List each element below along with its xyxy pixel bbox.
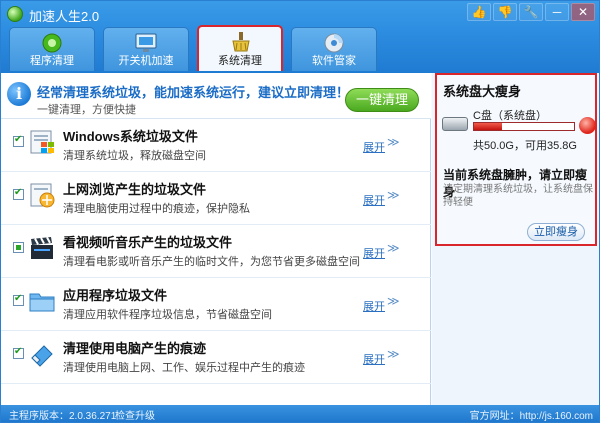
disk-slim-panel: 系统盘大瘦身 C盘（系统盘） 共50.0G，可用35.8G 当前系统盘臃肿，请立… <box>432 73 599 405</box>
expand-link[interactable]: 展开 <box>363 351 385 367</box>
item-checkbox[interactable] <box>13 346 24 359</box>
app-title: 加速人生2.0 <box>29 9 100 24</box>
settings-button[interactable]: 🔧 <box>519 3 543 21</box>
tab-software-manager[interactable]: 软件管家 <box>291 27 377 71</box>
list-item-usage-traces: 清理使用电脑产生的痕迹 清理使用电脑上网、工作、娱乐过程中产生的痕迹 展开 ≫ <box>1 332 431 384</box>
alert-icon <box>579 117 596 134</box>
app-window: 加速人生2.0 👍 👎 🔧 ─ ✕ 程序清理 开关机加速 系统清理 软件管家 i… <box>0 0 600 423</box>
item-checkbox[interactable] <box>13 293 24 306</box>
hard-drive-icon <box>442 117 468 131</box>
banner-title: 经常清理系统垃圾，能加速系统运行，建议立即清理！ <box>37 85 350 100</box>
banner-subtitle: 一键清理，方便快捷 <box>37 104 136 116</box>
cd-icon <box>324 33 344 53</box>
version-text: 主程序版本：2.0.36.271 <box>9 411 117 422</box>
folder-icon <box>29 293 55 312</box>
drive-label: C盘（系统盘） <box>473 110 547 122</box>
broom-icon <box>232 32 250 52</box>
expand-link[interactable]: 展开 <box>363 298 385 314</box>
tab-label: 程序清理 <box>30 55 74 67</box>
item-description: 清理系统垃圾，释放磁盘空间 <box>63 150 206 162</box>
item-description: 清理看电影或听音乐产生的临时文件，为您节省更多磁盘空间 <box>63 256 360 268</box>
chevron-down-icon[interactable]: ≫ <box>387 135 400 149</box>
one-click-clean-button[interactable]: 一键清理 <box>345 88 419 112</box>
list-item-app-junk: 应用程序垃圾文件 清理应用软件程序垃圾信息，节省磁盘空间 展开 ≫ <box>1 279 431 331</box>
chevron-down-icon[interactable]: ≫ <box>387 294 400 308</box>
recommendation-banner: i 经常清理系统垃圾，能加速系统运行，建议立即清理！ 一键清理，方便快捷 一键清… <box>1 73 431 119</box>
item-title: 看视频听音乐产生的垃圾文件 <box>63 235 233 250</box>
minimize-button[interactable]: ─ <box>545 3 569 21</box>
monitor-icon <box>135 33 157 52</box>
clean-panel: i 经常清理系统垃圾，能加速系统运行，建议立即清理！ 一键清理，方便快捷 一键清… <box>1 73 431 405</box>
title-bar: 加速人生2.0 👍 👎 🔧 ─ ✕ 程序清理 开关机加速 系统清理 软件管家 <box>1 1 599 73</box>
item-description: 清理使用电脑上网、工作、娱乐过程中产生的痕迹 <box>63 362 305 374</box>
list-item-browser-junk: 上网浏览产生的垃圾文件 清理电脑使用过程中的痕迹，保护隐私 展开 ≫ <box>1 173 431 225</box>
eraser-icon <box>31 345 53 367</box>
green-disc-icon <box>42 33 62 53</box>
list-item-windows-junk: Windows系统垃圾文件 清理系统垃圾，释放磁盘空间 展开 ≫ <box>1 120 431 172</box>
item-description: 清理应用软件程序垃圾信息，节省磁盘空间 <box>63 309 272 321</box>
expand-link[interactable]: 展开 <box>363 139 385 155</box>
window-controls: 👍 👎 🔧 ─ ✕ <box>467 3 595 21</box>
browser-files-icon <box>30 183 55 208</box>
tab-boot-speedup[interactable]: 开关机加速 <box>103 27 189 71</box>
check-update-link[interactable]: 检查升级 <box>115 407 155 422</box>
main-tabs: 程序清理 开关机加速 系统清理 软件管家 <box>9 25 377 73</box>
item-checkbox[interactable] <box>13 242 24 253</box>
item-title: 应用程序垃圾文件 <box>63 288 168 303</box>
clapperboard-icon <box>31 236 53 259</box>
tab-label: 系统清理 <box>218 55 262 67</box>
tab-program-clean[interactable]: 程序清理 <box>9 27 95 71</box>
app-logo-icon <box>7 6 23 22</box>
side-title: 系统盘大瘦身 <box>443 84 522 99</box>
item-title: 清理使用电脑产生的痕迹 <box>63 341 207 356</box>
tab-label: 开关机加速 <box>118 55 174 67</box>
dislike-button[interactable]: 👎 <box>493 3 517 21</box>
disk-stats: 共50.0G，可用35.8G <box>473 140 577 152</box>
windows-files-icon <box>30 130 54 154</box>
item-description: 清理电脑使用过程中的痕迹，保护隐私 <box>63 203 250 215</box>
item-checkbox[interactable] <box>13 187 24 200</box>
slim-now-button[interactable]: 立即瘦身 <box>527 223 585 241</box>
status-bar: 主程序版本：2.0.36.271 检查升级 官方网址：http://js.160… <box>1 405 599 422</box>
tab-label: 软件管家 <box>312 55 356 67</box>
tab-system-clean[interactable]: 系统清理 <box>197 25 283 71</box>
like-button[interactable]: 👍 <box>467 3 491 21</box>
official-site-link[interactable]: 官方网址：http://js.160.com <box>470 407 593 422</box>
list-item-media-junk: 看视频听音乐产生的垃圾文件 清理看电影或听音乐产生的临时文件，为您节省更多磁盘空… <box>1 226 431 278</box>
info-icon: i <box>7 82 31 106</box>
chevron-down-icon[interactable]: ≫ <box>387 347 400 361</box>
item-title: 上网浏览产生的垃圾文件 <box>63 182 207 197</box>
close-button[interactable]: ✕ <box>571 3 595 21</box>
item-checkbox[interactable] <box>13 134 24 147</box>
disk-usage-bar <box>473 122 575 131</box>
disk-usage-fill <box>474 123 502 130</box>
chevron-down-icon[interactable]: ≫ <box>387 241 400 255</box>
item-title: Windows系统垃圾文件 <box>63 129 198 144</box>
expand-link[interactable]: 展开 <box>363 192 385 208</box>
disk-slim-box: 系统盘大瘦身 C盘（系统盘） 共50.0G，可用35.8G 当前系统盘臃肿，请立… <box>435 73 597 246</box>
chevron-down-icon[interactable]: ≫ <box>387 188 400 202</box>
warning-description: 请定期清理系统垃圾，让系统盘保持轻便 <box>443 184 593 208</box>
expand-link[interactable]: 展开 <box>363 245 385 261</box>
